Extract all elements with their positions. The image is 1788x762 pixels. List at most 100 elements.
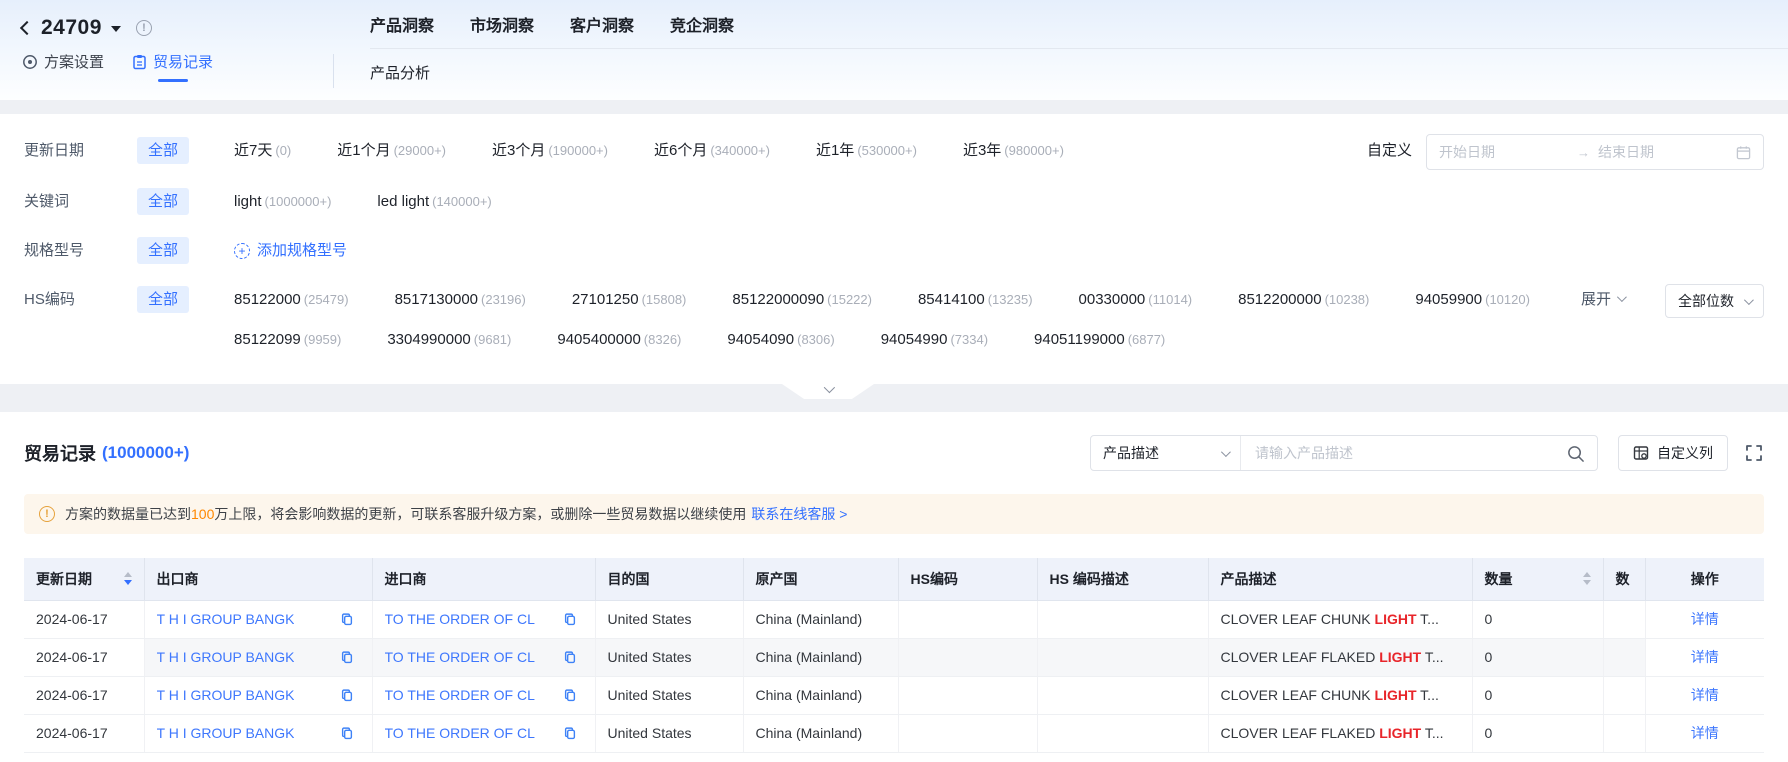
hs-code-option[interactable]: 8517130000 (23196) — [395, 283, 526, 317]
records-header: 贸易记录 (1000000+) 产品描述 自定义列 — [24, 412, 1764, 472]
table-header: 更新日期 出口商 进口商 目的国 原产国 HS编码 HS 编码描述 产品描述 数… — [24, 558, 1764, 601]
importer-link[interactable]: TO THE ORDER OF CL — [385, 649, 535, 665]
cell-quantity: 0 — [1472, 600, 1604, 639]
start-date-field[interactable]: 开始日期 — [1439, 142, 1569, 162]
chevron-down-icon — [1220, 446, 1231, 457]
filter-option[interactable]: 近3年 (980000+) — [963, 134, 1064, 168]
copy-icon[interactable] — [340, 650, 354, 665]
custom-date-label[interactable]: 自定义 — [1367, 134, 1412, 168]
cell-product-desc: CLOVER LEAF CHUNK LIGHT T... — [1208, 676, 1473, 715]
cell-origin: China (Mainland) — [743, 714, 899, 753]
hs-code-option[interactable]: 94059900 (10120) — [1415, 283, 1530, 317]
copy-icon[interactable] — [340, 726, 354, 741]
contact-support-link[interactable]: 联系在线客服 > — [751, 506, 847, 522]
hs-code-option[interactable]: 85122000090 (15222) — [732, 283, 872, 317]
nav-item[interactable]: 竞企洞察 — [670, 12, 734, 36]
exporter-link[interactable]: T H I GROUP BANGK — [157, 611, 295, 627]
filter-all-chip[interactable]: 全部 — [137, 188, 190, 215]
hs-code-option[interactable]: 94054090 (8306) — [727, 323, 834, 357]
importer-link[interactable]: TO THE ORDER OF CL — [385, 611, 535, 627]
filter-option[interactable]: 近6个月 (340000+) — [654, 134, 770, 168]
col-update-date: 更新日期 — [24, 558, 145, 601]
col-hs-desc: HS 编码描述 — [1037, 558, 1209, 601]
hs-code-option[interactable]: 00330000 (11014) — [1079, 283, 1193, 317]
filter-all-chip[interactable]: 全部 — [137, 286, 190, 313]
search-field-select[interactable]: 产品描述 — [1091, 436, 1241, 470]
cell-quantity: 0 — [1472, 676, 1604, 715]
back-icon[interactable] — [19, 20, 35, 36]
nav-item[interactable]: 客户洞察 — [570, 12, 634, 36]
hs-digits-select[interactable]: 全部位数 — [1665, 284, 1764, 318]
date-range-picker[interactable]: 开始日期 → 结束日期 — [1426, 134, 1764, 170]
hs-code-option[interactable]: 3304990000 (9681) — [387, 323, 511, 357]
filter-option[interactable]: led light (140000+) — [377, 185, 491, 219]
hs-code-option[interactable]: 94054990 (7334) — [881, 323, 988, 357]
copy-icon[interactable] — [340, 612, 354, 627]
records-count: (1000000+) — [102, 443, 190, 462]
hs-code-option[interactable]: 85414100 (13235) — [918, 283, 1033, 317]
range-arrow-icon: → — [1577, 144, 1590, 160]
filter-option[interactable]: 近1个月 (29000+) — [337, 134, 446, 168]
detail-link[interactable]: 详情 — [1691, 611, 1719, 627]
filter-option[interactable]: 近7天 (0) — [234, 134, 291, 168]
cell-product-desc: CLOVER LEAF CHUNK LIGHT T... — [1208, 600, 1473, 639]
copy-icon[interactable] — [340, 688, 354, 703]
table-body: 2024-06-17 T H I GROUP BANGK TO THE ORDE… — [24, 600, 1764, 753]
tab-plan-settings[interactable]: 方案设置 — [22, 51, 104, 80]
plan-dropdown-caret-icon[interactable] — [110, 26, 121, 32]
table-header-row: 更新日期 出口商 进口商 目的国 原产国 HS编码 HS 编码描述 产品描述 数… — [24, 558, 1764, 601]
nav-item[interactable]: 市场洞察 — [470, 12, 534, 36]
product-text: T... — [1416, 611, 1439, 627]
hs-code-option[interactable]: 9405400000 (8326) — [557, 323, 681, 357]
search-icon[interactable] — [1566, 444, 1585, 463]
filter-all-chip[interactable]: 全部 — [137, 237, 190, 264]
filter-option[interactable]: light (1000000+) — [234, 185, 331, 219]
cell-update-date: 2024-06-17 — [24, 714, 145, 753]
subnav-product-analysis[interactable]: 产品分析 — [370, 62, 1788, 83]
cell-qty-truncated — [1603, 638, 1646, 677]
customize-columns-button[interactable]: 自定义列 — [1618, 435, 1728, 471]
add-spec-button[interactable]: + 添加规格型号 — [234, 234, 347, 268]
records-title: 贸易记录 — [24, 444, 96, 464]
info-icon[interactable]: ! — [135, 20, 152, 36]
cell-quantity: 0 — [1472, 638, 1604, 677]
detail-link[interactable]: 详情 — [1691, 649, 1719, 665]
exporter-link[interactable]: T H I GROUP BANGK — [157, 687, 295, 703]
hs-code-option[interactable]: 8512200000 (10238) — [1238, 283, 1369, 317]
product-keyword-highlight: LIGHT — [1379, 725, 1422, 741]
copy-icon[interactable] — [563, 688, 577, 703]
filter-row-spec: 规格型号 全部 + 添加规格型号 — [24, 234, 1764, 268]
header-nav-area: 产品洞察 市场洞察 客户洞察 竞企洞察 产品分析 — [334, 0, 1788, 100]
fullscreen-icon[interactable] — [1744, 443, 1764, 463]
collapse-filters-tab[interactable] — [782, 384, 874, 399]
banner-text-pre: 方案的数据量已达到 — [65, 506, 191, 522]
copy-icon[interactable] — [563, 612, 577, 627]
search-input[interactable] — [1241, 436, 1555, 470]
filter-all-chip[interactable]: 全部 — [137, 137, 190, 164]
hs-code-option[interactable]: 27101250 (15808) — [572, 283, 687, 317]
importer-link[interactable]: TO THE ORDER OF CL — [385, 725, 535, 741]
expand-hs-button[interactable]: 展开 — [1581, 288, 1627, 309]
cell-exporter: T H I GROUP BANGK — [144, 600, 373, 639]
detail-link[interactable]: 详情 — [1691, 725, 1719, 741]
detail-link[interactable]: 详情 — [1691, 687, 1719, 703]
hs-code-option[interactable]: 94051199000 (6877) — [1034, 323, 1165, 357]
hs-code-option[interactable]: 85122099 (9959) — [234, 323, 341, 357]
copy-icon[interactable] — [563, 650, 577, 665]
hs-code-option[interactable]: 85122000 (25479) — [234, 283, 349, 317]
customize-columns-label: 自定义列 — [1657, 445, 1713, 461]
copy-icon[interactable] — [563, 726, 577, 741]
nav-item[interactable]: 产品洞察 — [370, 12, 434, 36]
chevron-down-icon — [1743, 294, 1754, 305]
sort-update-date[interactable] — [123, 572, 132, 586]
table-row: 2024-06-17 T H I GROUP BANGK TO THE ORDE… — [24, 676, 1764, 715]
filter-option[interactable]: 近1年 (530000+) — [816, 134, 917, 168]
filter-option[interactable]: 近3个月 (190000+) — [492, 134, 608, 168]
exporter-link[interactable]: T H I GROUP BANGK — [157, 649, 295, 665]
exporter-link[interactable]: T H I GROUP BANGK — [157, 725, 295, 741]
sort-quantity[interactable] — [1582, 572, 1591, 586]
hs-digits-label: 全部位数 — [1678, 293, 1734, 309]
tab-trade-records[interactable]: 贸易记录 — [132, 51, 213, 80]
importer-link[interactable]: TO THE ORDER OF CL — [385, 687, 535, 703]
end-date-field[interactable]: 结束日期 — [1598, 142, 1728, 162]
